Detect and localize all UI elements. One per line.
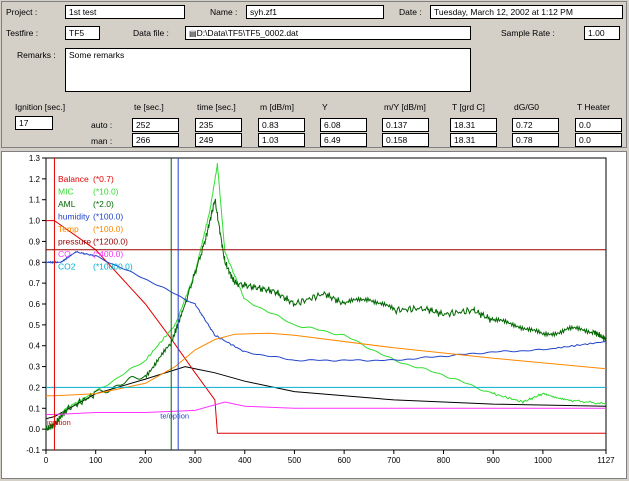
- x-tick-label: 500: [288, 456, 302, 465]
- y-tick-label: 0.6: [29, 300, 41, 309]
- x-tick-label: 800: [437, 456, 451, 465]
- plot-area: [45, 157, 607, 451]
- legend-name: MIC: [58, 186, 74, 196]
- man-value-field[interactable]: 0.0: [575, 133, 622, 147]
- column-header: dG/G0: [514, 102, 540, 112]
- line-chart: -0.1 0.0 0.1 0.2 0.3 0.4 0.5 0.6 0.7 0.8 0.9 1.0 1.1…: [26, 154, 615, 465]
- samplerate-label: Sample Rate :: [501, 28, 555, 38]
- man-value-field[interactable]: 0.78: [512, 133, 559, 147]
- x-tick-label: 600: [337, 456, 351, 465]
- y-tick-label: 1.0: [29, 217, 41, 226]
- testfire-label: Testfire :: [6, 28, 39, 38]
- header-panel: Project : 1st test Name : syh.zf1 Date :…: [1, 1, 627, 148]
- auto-label: auto :: [91, 120, 113, 130]
- column-header: te [sec.]: [134, 102, 164, 112]
- column-header: Y: [322, 102, 328, 112]
- x-tick-label: 1127: [597, 456, 615, 465]
- x-tick-label: 700: [387, 456, 401, 465]
- x-tick-label: 400: [238, 456, 252, 465]
- ignition-field[interactable]: 17: [15, 116, 53, 130]
- y-tick-label: -0.1: [26, 446, 40, 455]
- x-tick-label: 1000: [534, 456, 552, 465]
- legend-name: humidity: [58, 211, 90, 221]
- legend-name: CO: [58, 249, 71, 259]
- legend-factor: (*100.0): [93, 211, 123, 221]
- man-value-field[interactable]: 266: [132, 133, 179, 147]
- name-field[interactable]: syh.zf1: [246, 5, 384, 19]
- x-tick-label: 200: [139, 456, 153, 465]
- datafile-path: D:\Data\TF5\TF5_0002.dat: [196, 28, 299, 38]
- y-tick-label: 0.5: [29, 321, 41, 330]
- man-value-field[interactable]: 0.158: [382, 133, 429, 147]
- samplerate-field[interactable]: 1.00: [584, 26, 620, 40]
- y-tick-label: 0.2: [29, 383, 41, 392]
- man-value-field[interactable]: 6.49: [320, 133, 367, 147]
- legend-factor: (*400.0): [93, 249, 123, 259]
- ignition-label: Ignition [sec.]: [15, 102, 66, 112]
- legend-name: AML: [58, 199, 76, 209]
- auto-value-field[interactable]: 235: [195, 118, 242, 132]
- column-header: m [dB/m]: [260, 102, 295, 112]
- auto-value-field[interactable]: 0.72: [512, 118, 559, 132]
- auto-value-field[interactable]: 0.0: [575, 118, 622, 132]
- datafile-label: Data file :: [133, 28, 169, 38]
- legend-factor: (*10000.0): [93, 261, 133, 271]
- project-field[interactable]: 1st test: [65, 5, 185, 19]
- y-tick-label: 0.4: [29, 342, 41, 351]
- legend-factor: (*0.7): [93, 174, 114, 184]
- y-tick-label: 0.9: [29, 237, 41, 246]
- file-icon: ▤: [189, 29, 197, 38]
- y-tick-label: 0.8: [29, 258, 41, 267]
- column-header: T [grd C]: [452, 102, 485, 112]
- testfire-field[interactable]: TF5: [65, 26, 100, 40]
- column-header: time [sec.]: [197, 102, 236, 112]
- legend-name: Balance: [58, 174, 89, 184]
- project-label: Project :: [6, 7, 38, 17]
- auto-value-field[interactable]: 0.137: [382, 118, 429, 132]
- x-tick-label: 900: [487, 456, 501, 465]
- name-label: Name :: [210, 7, 238, 17]
- legend-name: Temp: [58, 224, 79, 234]
- auto-value-field[interactable]: 6.08: [320, 118, 367, 132]
- datafile-field[interactable]: ▤D:\Data\TF5\TF5_0002.dat: [185, 26, 471, 40]
- x-tick-label: 300: [188, 456, 202, 465]
- remarks-label: Remarks :: [17, 50, 56, 60]
- date-field[interactable]: Tuesday, March 12, 2002 at 1:12 PM: [430, 5, 623, 19]
- te-annotation: te/option: [160, 412, 189, 421]
- y-tick-label: 1.3: [29, 154, 41, 163]
- legend-factor: (*100.0): [93, 224, 123, 234]
- date-label: Date :: [399, 7, 422, 17]
- man-value-field[interactable]: 1.03: [258, 133, 305, 147]
- y-tick-label: 0.7: [29, 279, 41, 288]
- man-value-field[interactable]: 249: [195, 133, 242, 147]
- x-tick-label: 100: [89, 456, 103, 465]
- y-tick-label: 1.2: [29, 175, 41, 184]
- legend-factor: (*2.0): [93, 199, 114, 209]
- auto-value-field[interactable]: 0.83: [258, 118, 305, 132]
- legend-name: CO2: [58, 261, 76, 271]
- man-label: man :: [91, 136, 113, 146]
- legend-name: pressure: [58, 236, 91, 246]
- legend-factor: (*10.0): [93, 186, 119, 196]
- remarks-field[interactable]: Some remarks: [65, 48, 471, 92]
- column-header: m/Y [dB/m]: [384, 102, 426, 112]
- y-tick-label: 0.3: [29, 363, 41, 372]
- column-header: T Heater: [577, 102, 610, 112]
- chart-panel: -0.1 0.0 0.1 0.2 0.3 0.4 0.5 0.6 0.7 0.8 0.9 1.0 1.1…: [1, 151, 627, 479]
- x-tick-label: 0: [44, 456, 49, 465]
- y-tick-label: 0.0: [29, 425, 41, 434]
- y-tick-label: 0.1: [29, 404, 41, 413]
- auto-value-field[interactable]: 252: [132, 118, 179, 132]
- ignition-annotation: ignition: [47, 418, 71, 427]
- auto-value-field[interactable]: 18.31: [450, 118, 497, 132]
- legend-factor: (*1200.0): [93, 236, 128, 246]
- y-tick-label: 1.1: [29, 196, 41, 205]
- man-value-field[interactable]: 18.31: [450, 133, 497, 147]
